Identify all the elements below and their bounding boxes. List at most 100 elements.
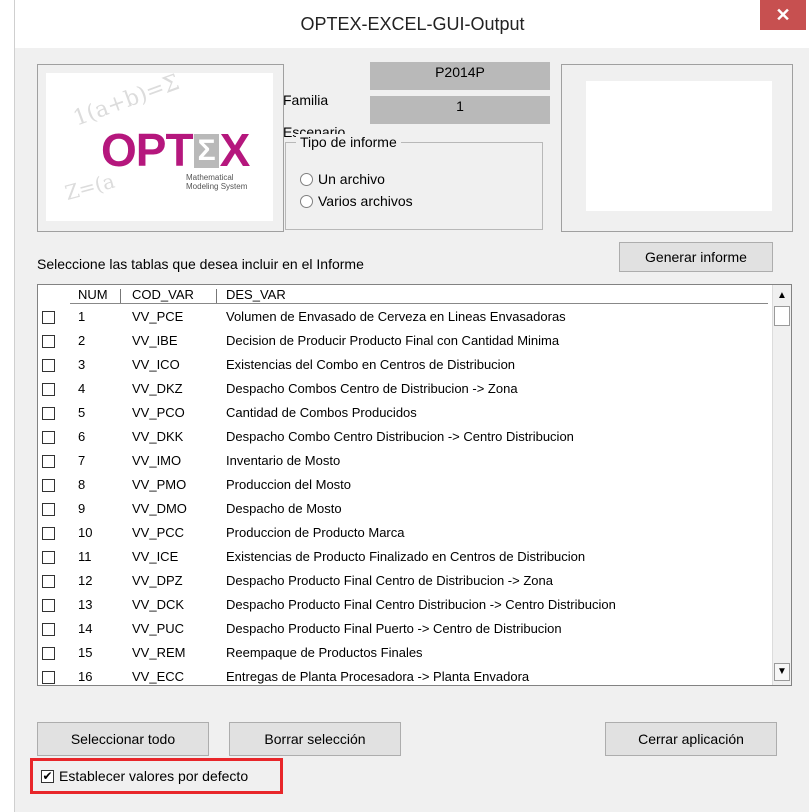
row-checkbox[interactable] bbox=[42, 407, 55, 420]
row-des-var: Despacho Combo Centro Distribucion -> Ce… bbox=[226, 429, 574, 444]
row-checkbox[interactable] bbox=[42, 575, 55, 588]
row-checkbox[interactable] bbox=[42, 671, 55, 684]
table-row[interactable]: 12 VV_DPZ Despacho Producto Final Centro d… bbox=[38, 569, 768, 593]
row-cod-var: VV_IMO bbox=[132, 453, 182, 468]
scroll-thumb[interactable] bbox=[774, 306, 790, 326]
row-checkbox[interactable] bbox=[42, 503, 55, 516]
row-cod-var: VV_PCE bbox=[132, 309, 184, 324]
table-row[interactable]: 14 VV_PUC Despacho Producto Final Puerto -… bbox=[38, 617, 768, 641]
logo-tagline: Mathematical Modeling System bbox=[186, 173, 248, 191]
column-divider bbox=[120, 289, 121, 303]
tables-listbox[interactable]: NUM COD_VAR DES_VAR 1 VV_PCE Volumen de En… bbox=[37, 284, 792, 686]
radio-varios-archivos[interactable]: Varios archivos bbox=[300, 193, 413, 209]
table-row[interactable]: 1 VV_PCE Volumen de Envasado de Cerveza en… bbox=[38, 305, 768, 329]
row-num: 14 bbox=[78, 621, 93, 636]
default-values-highlight: ✔ Establecer valores por defecto bbox=[30, 758, 283, 794]
header-cod-var: COD_VAR bbox=[132, 287, 194, 302]
close-app-button[interactable]: Cerrar aplicación bbox=[605, 722, 777, 756]
row-cod-var: VV_PCO bbox=[132, 405, 185, 420]
row-num: 1 bbox=[78, 309, 86, 324]
row-cod-var: VV_DKZ bbox=[132, 381, 183, 396]
row-checkbox[interactable] bbox=[42, 527, 55, 540]
default-values-checkbox[interactable]: ✔ bbox=[41, 770, 54, 783]
row-checkbox[interactable] bbox=[42, 455, 55, 468]
default-values-label[interactable]: Establecer valores por defecto bbox=[59, 768, 248, 784]
row-checkbox[interactable] bbox=[42, 623, 55, 636]
row-cod-var: VV_DMO bbox=[132, 501, 187, 516]
row-cod-var: VV_IBE bbox=[132, 333, 178, 348]
row-checkbox[interactable] bbox=[42, 551, 55, 564]
column-divider bbox=[216, 289, 217, 303]
row-num: 11 bbox=[78, 549, 92, 564]
row-num: 7 bbox=[78, 453, 86, 468]
row-cod-var: VV_PCC bbox=[132, 525, 185, 540]
row-num: 6 bbox=[78, 429, 86, 444]
header-underline bbox=[70, 303, 768, 304]
row-checkbox[interactable] bbox=[42, 335, 55, 348]
table-row[interactable]: 4 VV_DKZ Despacho Combos Centro de Distrib… bbox=[38, 377, 768, 401]
clear-selection-button[interactable]: Borrar selección bbox=[229, 722, 401, 756]
table-row[interactable]: 10 VV_PCC Produccion de Producto Marca bbox=[38, 521, 768, 545]
row-num: 12 bbox=[78, 573, 93, 588]
window-title: OPTEX-EXCEL-GUI-Output bbox=[300, 14, 525, 34]
list-header: NUM COD_VAR DES_VAR bbox=[38, 287, 768, 303]
preview-frame bbox=[561, 64, 793, 232]
row-des-var: Existencias del Combo en Centros de Dist… bbox=[226, 357, 516, 372]
row-checkbox[interactable] bbox=[42, 479, 55, 492]
row-checkbox[interactable] bbox=[42, 431, 55, 444]
table-row[interactable]: 3 VV_ICO Existencias del Combo en Centros … bbox=[38, 353, 768, 377]
radio-un-archivo[interactable]: Un archivo bbox=[300, 171, 385, 187]
row-num: 16 bbox=[78, 669, 93, 684]
optex-logo: 1(a+b)=Σ Z=(a OPT Σ X Mathematical Modelin… bbox=[46, 70, 273, 221]
scroll-down-arrow-icon[interactable]: ▼ bbox=[774, 663, 790, 681]
tipo-informe-group: Tipo de informe Un archivo Varios archiv… bbox=[285, 134, 543, 230]
row-checkbox[interactable] bbox=[42, 311, 55, 324]
scroll-up-arrow-icon[interactable]: ▲ bbox=[774, 287, 790, 304]
row-des-var: Despacho Producto Final Centro Distribuc… bbox=[226, 597, 616, 612]
row-checkbox[interactable] bbox=[42, 599, 55, 612]
table-row[interactable]: 13 VV_DCK Despacho Producto Final Centro D… bbox=[38, 593, 768, 617]
table-row[interactable]: 6 VV_DKK Despacho Combo Centro Distribucio… bbox=[38, 425, 768, 449]
select-all-button[interactable]: Seleccionar todo bbox=[37, 722, 209, 756]
radio-circle-icon bbox=[300, 194, 313, 208]
table-row[interactable]: 5 VV_PCO Cantidad de Combos Producidos bbox=[38, 401, 768, 425]
table-row[interactable]: 2 VV_IBE Decision de Producir Producto Fin… bbox=[38, 329, 768, 353]
table-row[interactable]: 7 VV_IMO Inventario de Mosto bbox=[38, 449, 768, 473]
familia-value: P2014P bbox=[370, 62, 550, 90]
row-checkbox[interactable] bbox=[42, 383, 55, 396]
header-num: NUM bbox=[78, 287, 108, 302]
table-row[interactable]: 9 VV_DMO Despacho de Mosto bbox=[38, 497, 768, 521]
logo-sigma-box: Σ bbox=[193, 134, 219, 168]
table-row[interactable]: 15 VV_REM Reempaque de Productos Finales bbox=[38, 641, 768, 665]
row-cod-var: VV_PMO bbox=[132, 477, 187, 492]
row-cod-var: VV_DKK bbox=[132, 429, 184, 444]
preview-image bbox=[586, 81, 772, 211]
row-num: 13 bbox=[78, 597, 93, 612]
close-window-button[interactable]: ✕ bbox=[760, 0, 806, 30]
row-checkbox[interactable] bbox=[42, 359, 55, 372]
instruction-text: Seleccione las tablas que desea incluir … bbox=[37, 256, 364, 272]
row-cod-var: VV_ECC bbox=[132, 669, 185, 684]
row-cod-var: VV_DPZ bbox=[132, 573, 183, 588]
dialog-window: OPTEX-EXCEL-GUI-Output ✕ 1(a+b)=Σ Z=(a O… bbox=[14, 0, 809, 812]
row-des-var: Reempaque de Productos Finales bbox=[226, 645, 423, 660]
row-des-var: Inventario de Mosto bbox=[226, 453, 341, 468]
familia-label: Familia bbox=[283, 92, 329, 108]
table-row[interactable]: 11 VV_ICE Existencias de Producto Finaliza… bbox=[38, 545, 768, 569]
row-checkbox[interactable] bbox=[42, 647, 55, 660]
generar-informe-button[interactable]: Generar informe bbox=[619, 242, 773, 272]
row-des-var: Despacho Producto Final Puerto -> Centro… bbox=[226, 621, 562, 636]
row-num: 3 bbox=[78, 357, 86, 372]
row-num: 8 bbox=[78, 477, 86, 492]
list-scrollbar[interactable]: ▲ ▼ bbox=[772, 285, 791, 685]
row-des-var: Produccion de Producto Marca bbox=[226, 525, 405, 540]
radio-circle-icon bbox=[300, 172, 313, 186]
table-row[interactable]: 16 VV_ECC Entregas de Planta Procesadora -… bbox=[38, 665, 768, 685]
logo-frame: 1(a+b)=Σ Z=(a OPT Σ X Mathematical Modelin… bbox=[37, 64, 284, 232]
row-num: 5 bbox=[78, 405, 86, 420]
escenario-value: 1 bbox=[370, 96, 550, 124]
row-des-var: Despacho Producto Final Centro de Distri… bbox=[226, 573, 553, 588]
tipo-informe-legend: Tipo de informe bbox=[296, 134, 401, 150]
row-num: 9 bbox=[78, 501, 86, 516]
table-row[interactable]: 8 VV_PMO Produccion del Mosto bbox=[38, 473, 768, 497]
